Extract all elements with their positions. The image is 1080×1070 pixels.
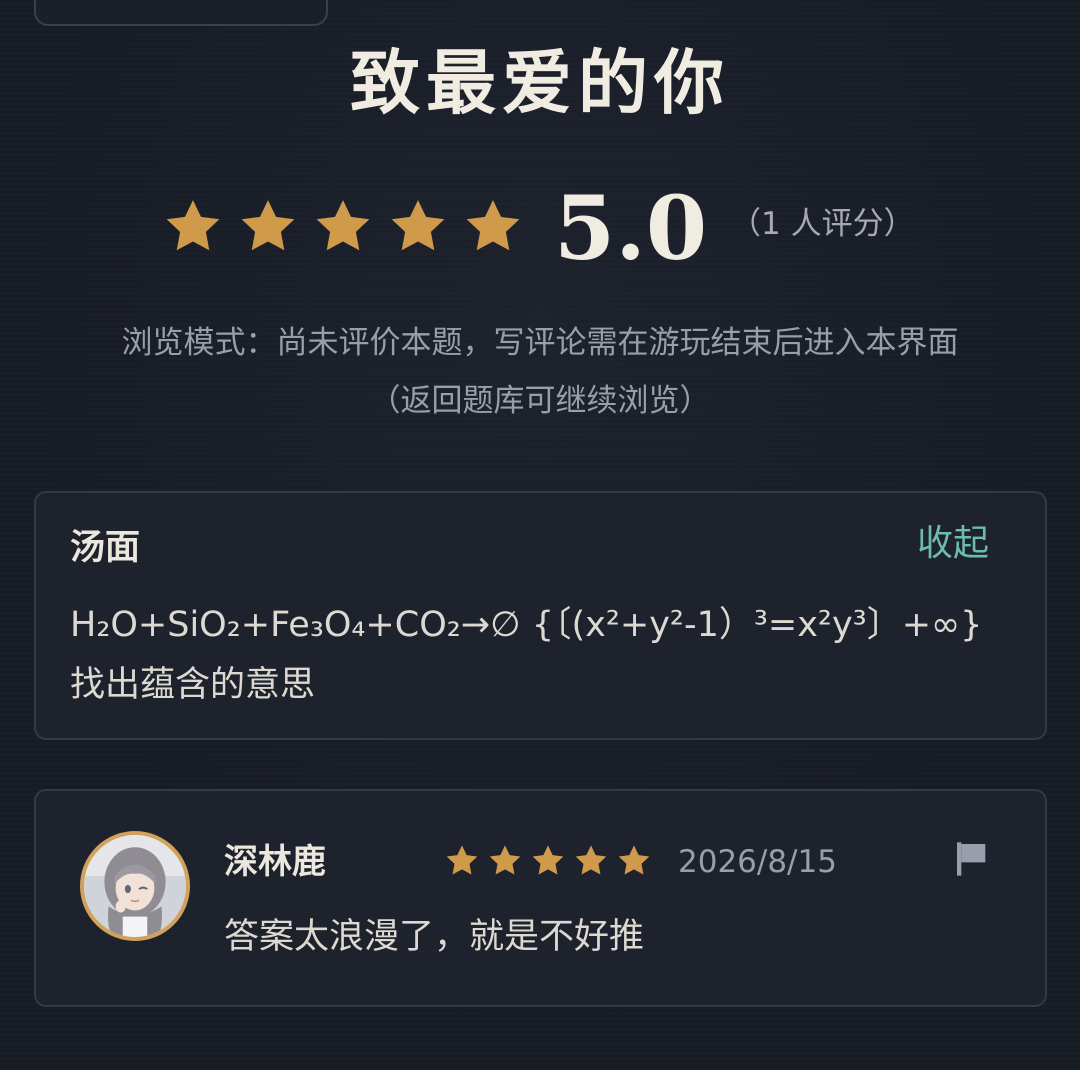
star-icon: [241, 200, 295, 251]
star-icon: [532, 845, 564, 875]
comment-username: 深林鹿: [224, 842, 326, 882]
rating-stars: [162, 196, 524, 258]
rating-score: 5.0: [554, 176, 708, 280]
comment-card: 深林鹿 2026/8/15 答案太浪漫了，就是不好推: [34, 789, 1047, 1007]
star-icon: [316, 200, 370, 251]
comment-date: 2026/8/15: [678, 844, 837, 880]
star-icon: [166, 200, 220, 251]
collapse-button[interactable]: 收起: [917, 519, 989, 569]
star-icon: [489, 845, 521, 875]
rating-count: （1 人评分）: [730, 206, 915, 242]
star-icon: [466, 200, 520, 251]
star-icon: [575, 845, 607, 875]
top-partial-box: [34, 0, 328, 26]
star-icon: [391, 200, 445, 251]
avatar[interactable]: [80, 831, 190, 941]
puzzle-label: 汤面: [70, 528, 141, 568]
puzzle-text: H₂O+SiO₂+Fe₃O₄+CO₂→∅ {〔(x²+y²-1）³=x²y³〕+…: [70, 605, 983, 705]
browse-mode-line: 浏览模式：尚未评价本题，写评论需在游玩结束后进入本界面: [121, 325, 959, 361]
browse-mode-hint: （返回题库可继续浏览）: [369, 383, 711, 419]
flag-icon[interactable]: [952, 839, 992, 879]
star-icon: [446, 845, 478, 875]
comment-text: 答案太浪漫了，就是不好推: [224, 917, 645, 957]
rating-summary: 5.0 （1 人评分）: [0, 180, 1080, 280]
star-icon: [618, 845, 650, 875]
page-title: 致最爱的你: [350, 41, 730, 124]
browse-mode-note: 浏览模式：尚未评价本题，写评论需在游玩结束后进入本界面 （返回题库可继续浏览）: [40, 314, 1040, 430]
avatar-anime-girl-icon: [84, 835, 186, 937]
puzzle-card: 汤面 收起 H₂O+SiO₂+Fe₃O₄+CO₂→∅ {〔(x²+y²-1）³=…: [34, 491, 1047, 740]
comment-stars: [444, 843, 652, 879]
